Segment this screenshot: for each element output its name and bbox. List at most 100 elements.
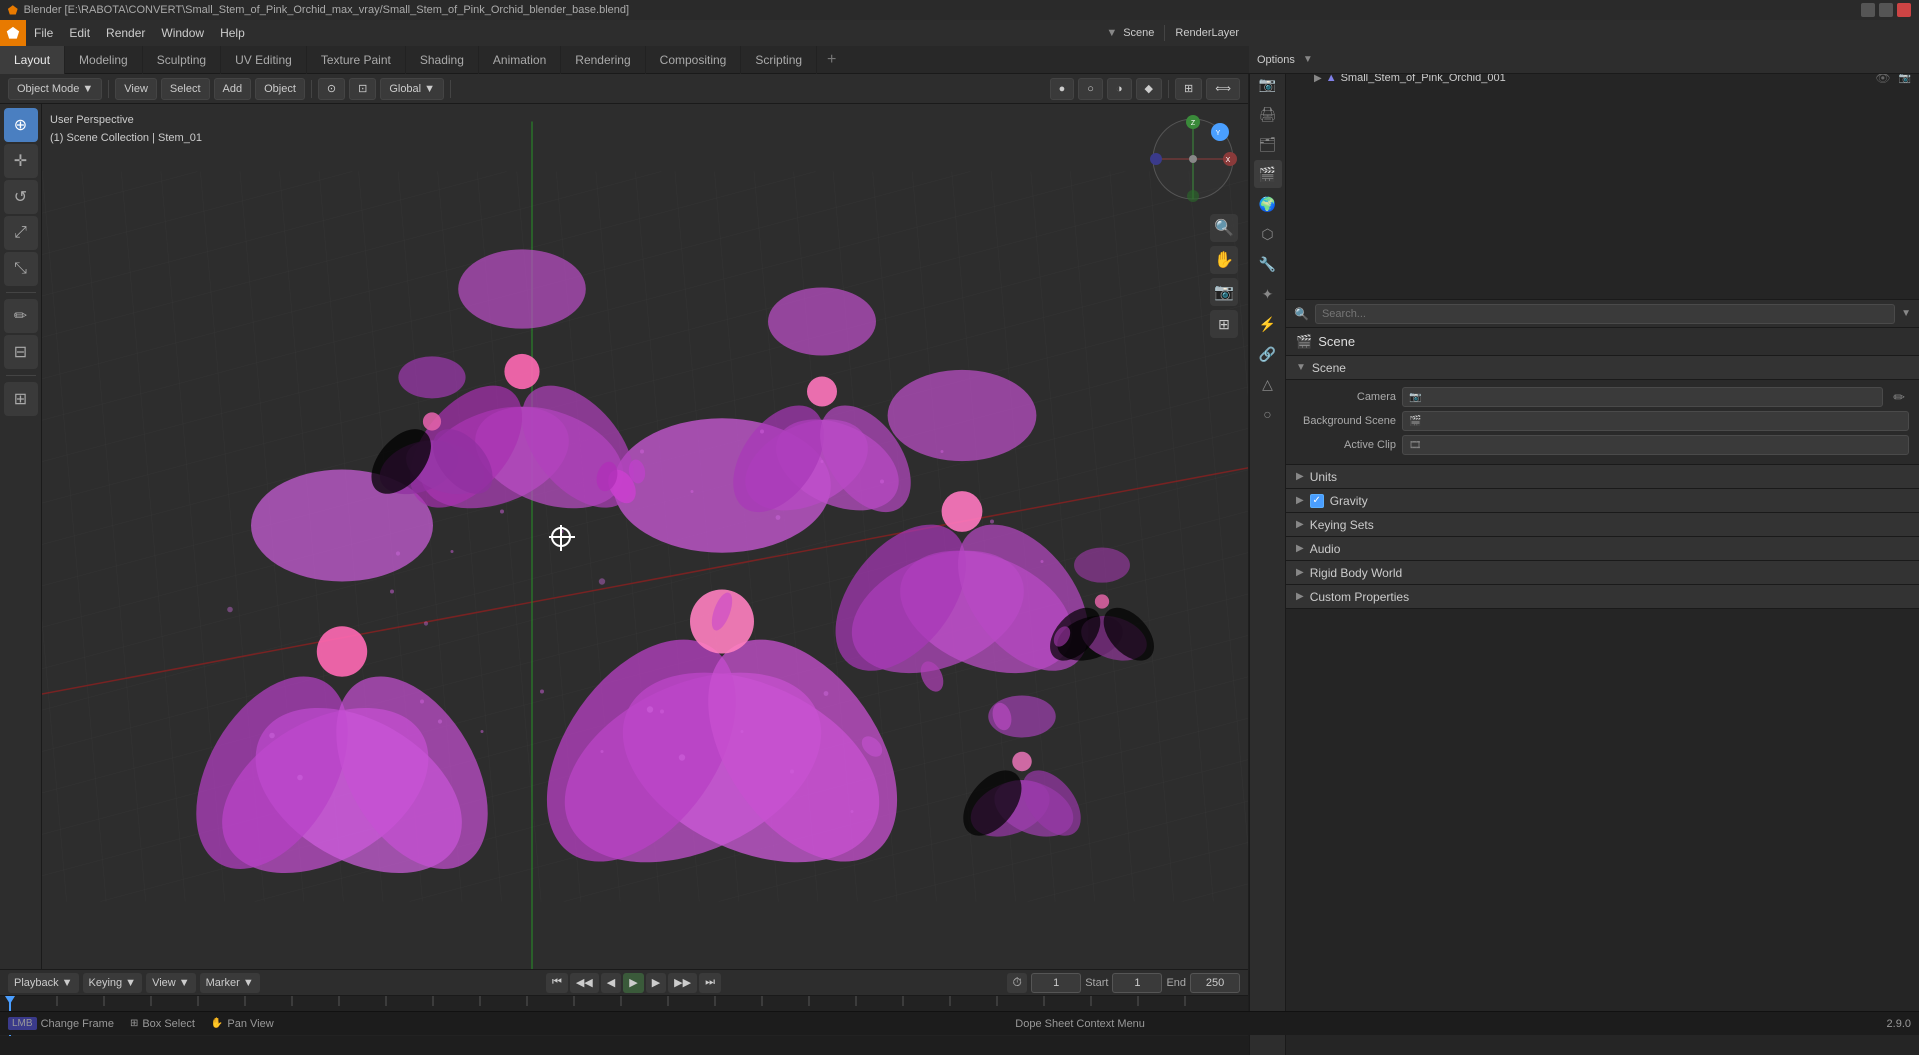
tool-annotate[interactable]: ✏ [4, 299, 38, 333]
tool-cursor[interactable]: ⊕ [4, 108, 38, 142]
svg-text:Z: Z [1191, 120, 1196, 127]
top-right-options: Options ▼ [1249, 46, 1919, 74]
minimize-button[interactable] [1861, 3, 1875, 17]
close-button[interactable] [1897, 3, 1911, 17]
props-world-icon[interactable]: 🌍 [1254, 190, 1282, 218]
prev-keyframe-button[interactable]: ◀◀ [570, 973, 599, 993]
tab-layout[interactable]: Layout [0, 46, 65, 74]
object-mode-chevron: ▼ [82, 83, 93, 95]
tool-move[interactable]: ✛ [4, 144, 38, 178]
playback-menu[interactable]: Playback ▼ [8, 973, 79, 993]
transform-pivot[interactable]: ⊡ [349, 78, 376, 100]
tool-add[interactable]: ⊞ [4, 382, 38, 416]
props-object-icon[interactable]: ⬡ [1254, 220, 1282, 248]
viewport-xray[interactable]: ⟺ [1206, 78, 1240, 100]
tab-compositing[interactable]: Compositing [646, 46, 742, 74]
object-mode-selector[interactable]: Object Mode ▼ [8, 78, 102, 100]
maximize-button[interactable] [1879, 3, 1893, 17]
viewport-shading-rendered[interactable]: ◆ [1136, 78, 1162, 100]
gravity-section-header[interactable]: ▶ ✓ Gravity [1286, 489, 1919, 513]
camera-field[interactable]: 📷 [1402, 387, 1883, 407]
titlebar: ⬟ Blender [E:\RABOTA\CONVERT\Small_Stem_… [0, 0, 1919, 20]
keying-sets-header[interactable]: ▶ Keying Sets [1286, 513, 1919, 537]
3d-viewport[interactable]: User Perspective (1) Scene Collection | … [42, 104, 1248, 969]
tab-uv-editing[interactable]: UV Editing [221, 46, 307, 74]
props-modifier-icon[interactable]: 🔧 [1254, 250, 1282, 278]
props-search-options[interactable]: ▼ [1901, 308, 1911, 319]
navigation-gizmo[interactable]: Z X Y [1148, 114, 1238, 204]
tab-sculpting[interactable]: Sculpting [143, 46, 221, 74]
tool-scale[interactable]: ⤢ [4, 216, 38, 250]
frame-range-clock[interactable]: ⏱ [1007, 973, 1027, 993]
camera-edit-icon[interactable]: ✏ [1889, 389, 1909, 406]
tool-transform[interactable]: ⤡ [4, 252, 38, 286]
props-view-layer-icon[interactable]: 🗂 [1254, 130, 1282, 158]
3d-cursor[interactable] [551, 527, 571, 547]
background-scene-field[interactable]: 🎬 [1402, 411, 1909, 431]
props-physics-icon[interactable]: ⚡ [1254, 310, 1282, 338]
select-menu[interactable]: Select [161, 78, 210, 100]
object-menu[interactable]: Object [255, 78, 305, 100]
end-label: End [1166, 977, 1186, 989]
units-section-header[interactable]: ▶ Units [1286, 465, 1919, 489]
jump-to-end-button[interactable]: ⏭ [699, 973, 721, 993]
props-scene-icon[interactable]: 🎬 [1254, 160, 1282, 188]
add-menu[interactable]: Add [214, 78, 252, 100]
props-constraint-icon[interactable]: 🔗 [1254, 340, 1282, 368]
props-output-icon[interactable]: 🖨 [1254, 100, 1282, 128]
version-info: 2.9.0 [1887, 1018, 1911, 1030]
start-frame-input[interactable]: 1 [1112, 973, 1162, 993]
props-search-input[interactable] [1315, 304, 1895, 324]
tab-scripting[interactable]: Scripting [741, 46, 817, 74]
play-pause-button[interactable]: ▶ [623, 973, 643, 993]
jump-to-start-button[interactable]: ⏮ [546, 973, 568, 993]
audio-label: Audio [1310, 542, 1341, 556]
audio-section-header[interactable]: ▶ Audio [1286, 537, 1919, 561]
transform-orientation[interactable]: Global ▼ [380, 78, 444, 100]
end-frame-input[interactable]: 250 [1190, 973, 1240, 993]
timeline-toolbar: Playback ▼ Keying ▼ View ▼ Marker ▼ ⏮ ◀◀… [0, 970, 1248, 996]
background-scene-row: Background Scene 🎬 [1296, 410, 1909, 432]
keying-menu[interactable]: Keying ▼ [83, 973, 143, 993]
render-vis-icon[interactable]: 📷 [1899, 73, 1911, 84]
props-particle-icon[interactable]: ✦ [1254, 280, 1282, 308]
viewport-shading-wireframe[interactable]: ○ [1078, 78, 1103, 100]
camera-button[interactable]: 📷 [1210, 278, 1238, 306]
prev-frame-button[interactable]: ◀ [601, 973, 621, 993]
current-frame-input[interactable]: 1 [1031, 973, 1081, 993]
transform-snap[interactable]: ⊙ [318, 78, 345, 100]
options-label[interactable]: Options [1257, 54, 1295, 66]
menu-file[interactable]: File [26, 20, 61, 46]
grid-view-button[interactable]: ⊞ [1210, 310, 1238, 338]
props-material-icon[interactable]: ○ [1254, 400, 1282, 428]
tool-rotate[interactable]: ↺ [4, 180, 38, 214]
menu-edit[interactable]: Edit [61, 20, 98, 46]
viewport-overlays[interactable]: ⊞ [1175, 78, 1202, 100]
zoom-button[interactable]: 🔍 [1210, 214, 1238, 242]
tab-rendering[interactable]: Rendering [561, 46, 645, 74]
tab-shading[interactable]: Shading [406, 46, 479, 74]
rigid-body-world-header[interactable]: ▶ Rigid Body World [1286, 561, 1919, 585]
scene-section-header[interactable]: ▼ Scene [1286, 356, 1919, 380]
props-render-icon[interactable]: 📷 [1254, 70, 1282, 98]
custom-properties-header[interactable]: ▶ Custom Properties [1286, 585, 1919, 609]
active-clip-field[interactable]: 🎞 [1402, 435, 1909, 455]
menu-help[interactable]: Help [212, 20, 253, 46]
timeline-view-menu[interactable]: View ▼ [146, 973, 196, 993]
tool-measure[interactable]: ⊟ [4, 335, 38, 369]
tab-texture-paint[interactable]: Texture Paint [307, 46, 406, 74]
menu-render[interactable]: Render [98, 20, 153, 46]
view-menu[interactable]: View [115, 78, 157, 100]
tab-animation[interactable]: Animation [479, 46, 561, 74]
marker-menu[interactable]: Marker ▼ [200, 973, 260, 993]
viewport-shading-material[interactable]: ◑ [1107, 78, 1132, 100]
pan-button[interactable]: ✋ [1210, 246, 1238, 274]
props-data-icon[interactable]: △ [1254, 370, 1282, 398]
viewport-shading-solid[interactable]: ● [1050, 78, 1075, 100]
next-frame-button[interactable]: ▶ [646, 973, 666, 993]
gravity-checkbox[interactable]: ✓ [1310, 494, 1324, 508]
add-workspace-button[interactable]: + [817, 51, 846, 69]
next-keyframe-button[interactable]: ▶▶ [668, 973, 697, 993]
menu-window[interactable]: Window [153, 20, 212, 46]
tab-modeling[interactable]: Modeling [65, 46, 143, 74]
